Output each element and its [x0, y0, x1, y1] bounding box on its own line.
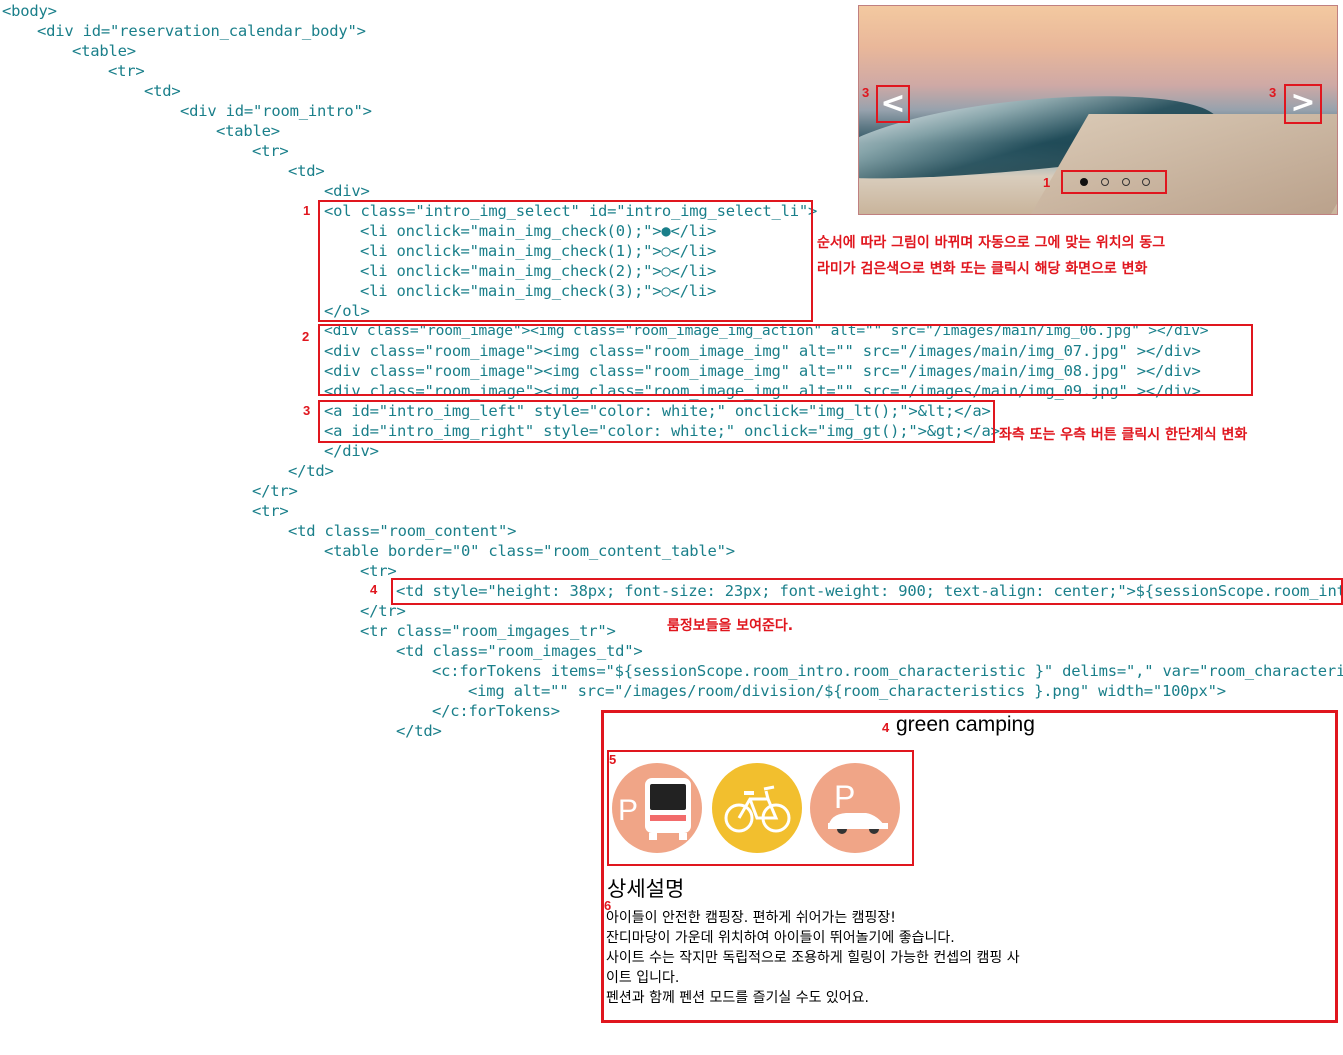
slider-dot[interactable] [1142, 178, 1150, 186]
slider-dot[interactable] [1122, 178, 1130, 186]
code-line: <div id="room_intro"> [180, 102, 372, 120]
code-line: <img alt="" src="/images/room/division/$… [468, 682, 1226, 700]
code-line: <div> [324, 182, 370, 200]
annotation-number-3: 3 [303, 403, 311, 418]
code-line: </tr> [252, 482, 298, 500]
annotation-note-1b: 라미가 검은색으로 변화 또는 클릭시 해당 화면으로 변화 [817, 261, 1148, 277]
annotation-number-2: 2 [302, 329, 310, 344]
annotation-box-1 [318, 200, 813, 322]
description-line: 이트 입니다. [606, 970, 680, 986]
code-line: </td> [288, 462, 334, 480]
code-line: </c:forTokens> [432, 702, 560, 720]
annotation-note-1a: 순서에 따라 그림이 바뀌며 자동으로 그에 맞는 위치의 동그 [817, 235, 1166, 251]
slider-dot-indicator [1061, 170, 1167, 194]
code-line: </div> [324, 442, 379, 460]
annotation-box-2 [318, 324, 1253, 396]
panel-label-4: 4 [882, 720, 890, 735]
description-line: 아이들이 안전한 캠핑장. 편하게 쉬어가는 캠핑장! [606, 910, 896, 926]
code-line: <tr class="room_imgages_tr"> [360, 622, 616, 640]
detail-heading: 상세설명 [607, 877, 685, 901]
room-description: 아이들이 안전한 캠핑장. 편하게 쉬어가는 캠핑장! 잔디마당이 가운데 위치… [606, 908, 1020, 1008]
slider-right-button[interactable]: > [1284, 84, 1322, 124]
parking-car-icon: P [810, 763, 900, 853]
code-line: <td> [288, 162, 325, 180]
slider-dot-active[interactable] [1080, 178, 1088, 186]
code-line: <tr> [108, 62, 145, 80]
code-line: <td> [144, 82, 181, 100]
description-line: 잔디마당이 가운데 위치하여 아이들이 뛰어놀기에 좋습니다. [606, 930, 955, 946]
slider-label-1: 1 [1043, 175, 1051, 190]
code-line: <table> [216, 122, 280, 140]
description-line: 펜션과 함께 펜션 모드를 즐기실 수도 있어요. [606, 990, 869, 1006]
code-line: <tr> [252, 142, 289, 160]
code-line: <td class="room_images_td"> [396, 642, 643, 660]
description-line: 사이트 수는 작지만 독립적으로 조용하게 힐링이 가능한 컨셉의 캠핑 사 [606, 950, 1020, 966]
room-name-title: green camping [896, 713, 1035, 736]
code-line: </td> [396, 722, 442, 740]
slider-label-3-right: 3 [1269, 85, 1277, 100]
slider-left-button[interactable]: < [876, 85, 910, 123]
code-line: <div id="reservation_calendar_body"> [37, 22, 366, 40]
code-line: <body> [2, 2, 57, 20]
annotation-box-4 [391, 578, 1343, 605]
code-line: <table> [72, 42, 136, 60]
bicycle-icon [712, 763, 802, 853]
slider-label-3-left: 3 [862, 85, 870, 100]
annotation-note-3: 좌측 또는 우측 버튼 클릭시 한단계식 변화 [999, 427, 1248, 443]
parking-bus-icon: P [612, 763, 702, 853]
code-line: <tr> [252, 502, 289, 520]
annotation-note-4: 룸정보들을 보여준다. [667, 618, 794, 634]
code-line: <table border="0" class="room_content_ta… [324, 542, 735, 560]
code-line: <c:forTokens items="${sessionScope.room_… [432, 662, 1343, 680]
annotation-number-4: 4 [370, 582, 378, 597]
slider-dot[interactable] [1101, 178, 1109, 186]
code-line: <td class="room_content"> [288, 522, 517, 540]
annotation-number-1: 1 [303, 203, 311, 218]
svg-text:P: P [618, 794, 638, 827]
svg-text:P: P [834, 779, 855, 815]
annotation-box-3 [318, 400, 995, 443]
